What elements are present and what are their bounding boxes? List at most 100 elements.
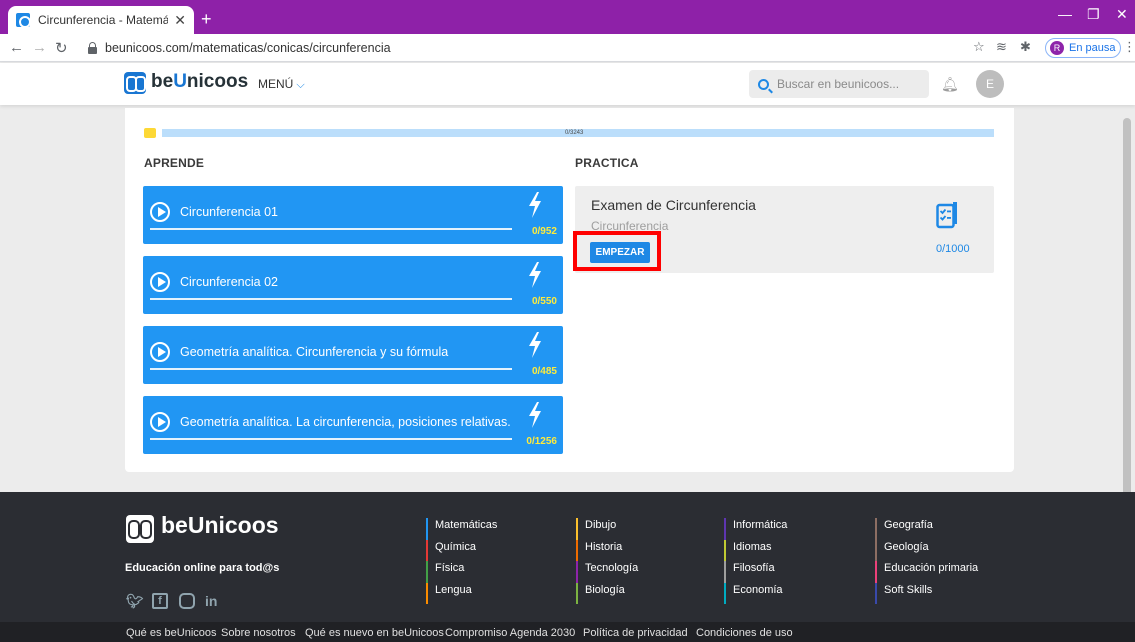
highlight-box: [573, 231, 661, 271]
lesson-item[interactable]: Geometría analítica. Circunferencia y su…: [143, 326, 563, 384]
lesson-title: Geometría analítica. Circunferencia y su…: [180, 345, 449, 359]
exam-checklist-icon: [936, 202, 957, 229]
lesson-count: 0/550: [531, 296, 557, 307]
logo-suffix: nicoos: [186, 71, 249, 92]
back-icon[interactable]: ←: [9, 39, 24, 56]
play-icon: [150, 342, 170, 362]
bookmark-star-icon[interactable]: ☆: [973, 39, 985, 55]
footer-link[interactable]: Física: [426, 561, 497, 583]
footer-column: Geografía Geología Educación primaria So…: [875, 518, 978, 604]
footer-link[interactable]: Biología: [576, 582, 638, 604]
play-icon: [150, 272, 170, 292]
footer-logo: beUnicoos: [161, 512, 279, 538]
user-avatar[interactable]: E: [976, 70, 1004, 98]
progress-text: 0/3243: [565, 130, 584, 136]
footer-bottom-link[interactable]: Compromiso Agenda 2030: [445, 627, 575, 639]
profile-label: En pausa: [1069, 42, 1116, 54]
exam-title: Examen de Circunferencia: [591, 197, 756, 213]
lightning-icon: [529, 192, 541, 218]
footer-link[interactable]: Historia: [576, 539, 638, 561]
new-tab-icon[interactable]: +: [201, 9, 212, 30]
close-tab-icon[interactable]: ✕: [174, 12, 186, 29]
footer-bottom-link[interactable]: Política de privacidad: [583, 627, 688, 639]
footer-link[interactable]: Idiomas: [724, 539, 787, 561]
browser-titlebar: Circunferencia - Matemáticas - C ✕ + — ❐…: [0, 0, 1135, 34]
chevron-down-icon: ⌵: [296, 79, 305, 91]
progress-flag-icon: [144, 128, 156, 138]
lesson-progress-bar: [150, 298, 512, 300]
footer-link[interactable]: Filosofía: [724, 561, 787, 583]
instagram-icon[interactable]: [179, 593, 195, 609]
footer-link[interactable]: Soft Skills: [875, 582, 978, 604]
footer-link[interactable]: Geología: [875, 539, 978, 561]
menu-button[interactable]: MENÚ ⌵: [258, 77, 305, 92]
forward-icon[interactable]: →: [32, 39, 47, 56]
lesson-title: Circunferencia 02: [180, 275, 278, 289]
exam-count: 0/1000: [936, 243, 970, 255]
footer-bottom-link[interactable]: Qué es nuevo en beUnicoos: [305, 627, 444, 639]
address-bar[interactable]: beunicoos.com/matematicas/conicas/circun…: [88, 37, 948, 59]
favicon-icon: [16, 13, 31, 28]
extensions-puzzle-icon[interactable]: ✱: [1020, 39, 1031, 55]
lesson-count: 0/1256: [526, 436, 557, 447]
reload-icon[interactable]: ↻: [55, 39, 68, 57]
linkedin-icon[interactable]: in: [205, 593, 217, 609]
lesson-item[interactable]: Circunferencia 01 0/952: [143, 186, 563, 244]
play-icon: [150, 412, 170, 432]
footer-link[interactable]: Matemáticas: [426, 518, 497, 540]
logo-icon[interactable]: [124, 72, 146, 94]
lightning-icon: [529, 262, 541, 288]
lesson-count: 0/952: [531, 226, 557, 237]
footer-link[interactable]: Educación primaria: [875, 561, 978, 583]
extension-icon[interactable]: ≋: [996, 39, 1007, 55]
footer-bottom-link[interactable]: Sobre nosotros: [221, 627, 296, 639]
footer-logo-icon: [126, 515, 154, 543]
minimize-icon[interactable]: —: [1058, 6, 1072, 22]
footer-link[interactable]: Geografía: [875, 518, 978, 540]
twitter-icon[interactable]: 🐦︎: [126, 593, 144, 610]
lesson-title: Circunferencia 01: [180, 205, 278, 219]
profile-button[interactable]: R En pausa: [1045, 38, 1121, 58]
footer-link[interactable]: Dibujo: [576, 518, 638, 540]
lightning-icon: [529, 402, 541, 428]
footer-link[interactable]: Lengua: [426, 582, 497, 604]
search-placeholder: Buscar en beunicoos...: [777, 77, 900, 91]
logo-prefix: be: [151, 71, 174, 92]
browser-toolbar: ← → ↻ beunicoos.com/matematicas/conicas/…: [0, 34, 1135, 62]
footer-bottom-link[interactable]: Qué es beUnicoos: [126, 627, 217, 639]
lesson-item[interactable]: Circunferencia 02 0/550: [143, 256, 563, 314]
browser-menu-icon[interactable]: ⋮: [1123, 39, 1135, 55]
logo-u: U: [173, 71, 187, 92]
lesson-count: 0/485: [531, 366, 557, 377]
footer-link[interactable]: Química: [426, 539, 497, 561]
restore-icon[interactable]: ❐: [1087, 6, 1100, 23]
site-logo[interactable]: beUnicoos: [151, 71, 248, 93]
site-footer: beUnicoos Educación online para tod@s 🐦︎…: [0, 492, 1135, 622]
bell-icon[interactable]: 🔔︎: [941, 76, 959, 93]
lesson-progress-bar: [150, 438, 512, 440]
facebook-icon[interactable]: f: [152, 593, 168, 609]
browser-tab[interactable]: Circunferencia - Matemáticas - C ✕: [8, 6, 194, 34]
footer-column: Matemáticas Química Física Lengua: [426, 518, 497, 604]
lock-icon: [88, 41, 97, 54]
site-header: beUnicoos MENÚ ⌵ Buscar en beunicoos... 🔔…: [0, 63, 1135, 105]
exam-card: Examen de Circunferencia Circunferencia …: [573, 186, 994, 273]
practice-title: PRACTICA: [575, 156, 639, 170]
profile-avatar: R: [1050, 41, 1064, 55]
learn-title: APRENDE: [144, 156, 205, 170]
search-input[interactable]: Buscar en beunicoos...: [749, 70, 929, 98]
menu-label: MENÚ: [258, 77, 294, 91]
footer-link[interactable]: Economía: [724, 582, 787, 604]
footer-tagline: Educación online para tod@s: [125, 562, 280, 574]
lesson-progress-bar: [150, 368, 512, 370]
footer-bottom-link[interactable]: Condiciones de uso: [696, 627, 793, 639]
footer-column: Informática Idiomas Filosofía Economía: [724, 518, 787, 604]
footer-bottom-bar: Qué es beUnicoos Sobre nosotros Qué es n…: [0, 622, 1135, 642]
lesson-title: Geometría analítica. La circunferencia, …: [180, 415, 511, 429]
close-window-icon[interactable]: ✕: [1116, 6, 1128, 23]
search-icon: [758, 78, 769, 90]
footer-link[interactable]: Informática: [724, 518, 787, 540]
lesson-item[interactable]: Geometría analítica. La circunferencia, …: [143, 396, 563, 454]
footer-link[interactable]: Tecnología: [576, 561, 638, 583]
tab-title: Circunferencia - Matemáticas - C: [38, 13, 169, 27]
